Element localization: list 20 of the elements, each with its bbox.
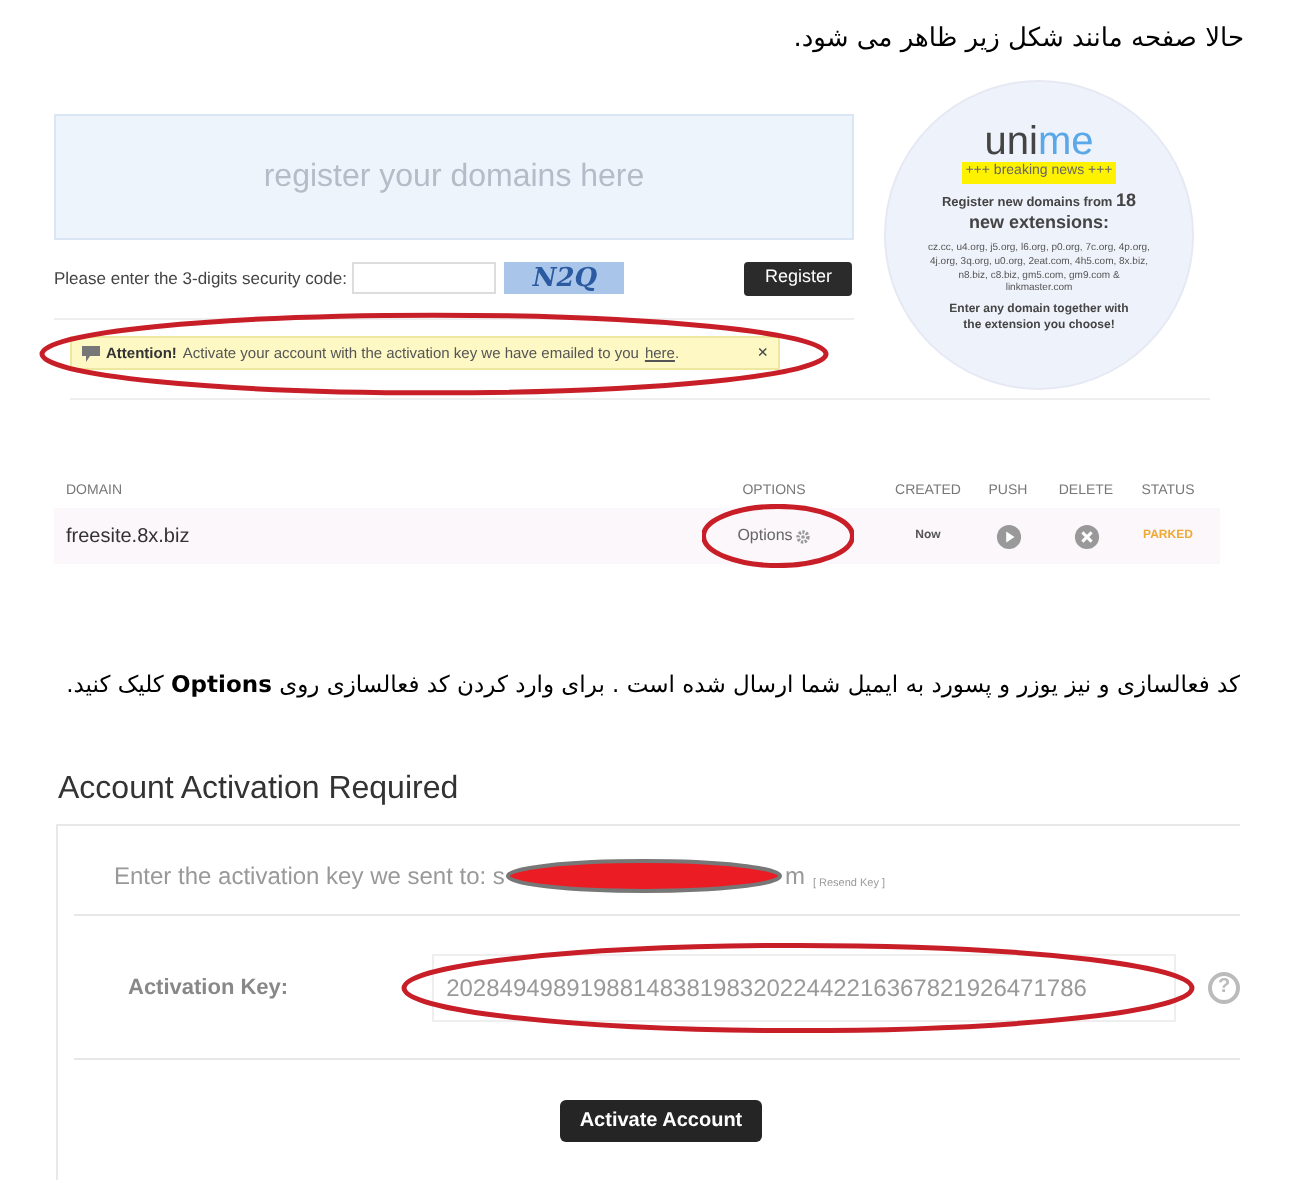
intro-text: حالا صفحه مانند شکل زیر ظاهر می شود.: [793, 22, 1244, 58]
register-button[interactable]: Register: [744, 261, 852, 295]
captcha-image: N2Q: [504, 262, 625, 294]
activate-account-button[interactable]: Activate Account: [559, 1100, 763, 1143]
delete-icon[interactable]: [1073, 523, 1099, 549]
security-code-field[interactable]: [352, 262, 497, 294]
security-code-label: Please enter the 3-digits security code:: [54, 265, 347, 291]
activation-key-label: Activation Key:: [128, 973, 291, 1003]
activation-title: Account Activation Required: [58, 770, 461, 811]
options-button[interactable]: Options: [737, 524, 811, 548]
logo-text: uni: [984, 122, 1038, 162]
register-banner: register your domains here: [54, 114, 854, 240]
domain-cell-text: freesite.8x.biz: [66, 523, 192, 551]
logo-accent-text: me: [1037, 122, 1094, 162]
email-suffix-text: m: [784, 860, 805, 895]
activation-sent-text: Enter the activation key we sent to: s: [114, 860, 505, 895]
close-button[interactable]: ×: [757, 339, 768, 367]
gear-icon: [796, 529, 811, 543]
speech-bubble-icon: [82, 345, 100, 361]
play-icon[interactable]: [995, 523, 1021, 549]
